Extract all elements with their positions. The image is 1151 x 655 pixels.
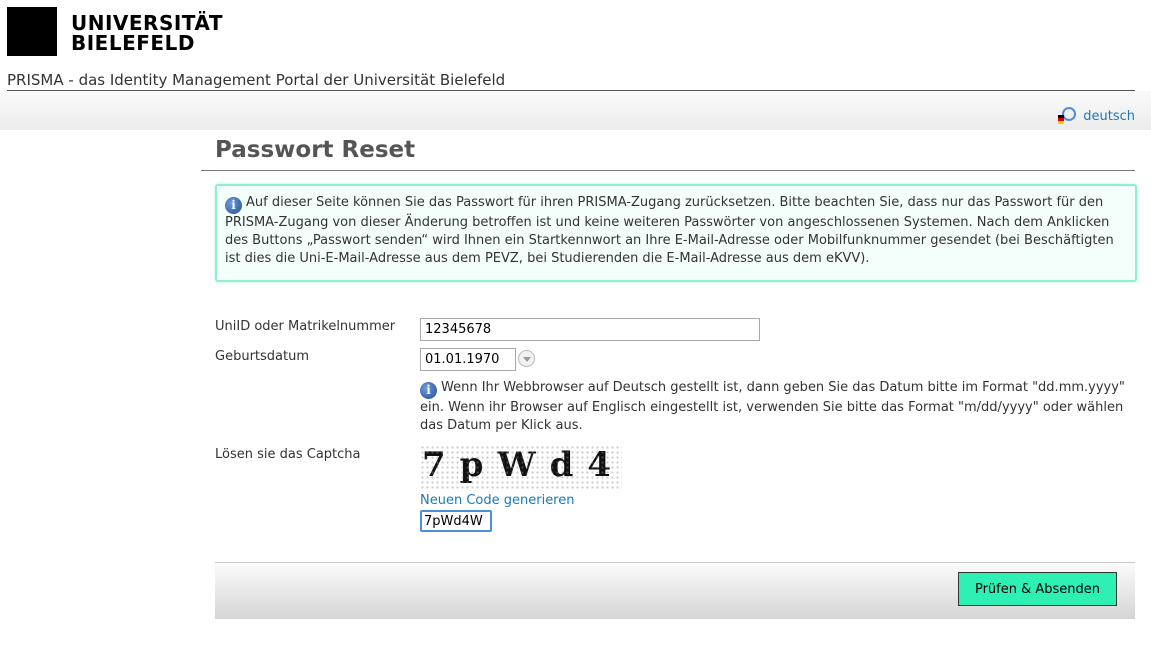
birthdate-hint-text: Wenn Ihr Webbrowser auf Deutsch gestellt… <box>420 380 1125 433</box>
portal-title: PRISMA - das Identity Management Portal … <box>7 71 506 89</box>
info-icon: i <box>225 197 242 214</box>
captcha-input[interactable] <box>420 510 492 532</box>
birthdate-label: Geburtsdatum <box>215 349 309 364</box>
birthdate-hint: i Wenn Ihr Webbrowser auf Deutsch gestell… <box>420 379 1140 435</box>
page-title: Passwort Reset <box>215 137 416 163</box>
submit-button[interactable]: Prüfen & Absenden <box>958 572 1117 606</box>
captcha-image: 7pWd4w <box>420 445 622 490</box>
university-logo-text: UNIVERSITÄT BIELEFELD <box>71 13 223 53</box>
language-switch[interactable]: deutsch <box>1057 107 1135 125</box>
info-box: i Auf dieser Seite können Sie das Passwor… <box>215 184 1137 282</box>
university-logo-mark <box>7 7 57 56</box>
logo-line-2: BIELEFELD <box>71 31 195 55</box>
language-label: deutsch <box>1083 108 1135 124</box>
new-code-link[interactable]: Neuen Code generieren <box>420 493 574 508</box>
calendar-dropdown-icon[interactable] <box>518 350 535 367</box>
uniid-input[interactable] <box>420 318 760 341</box>
captcha-label: Lösen sie das Captcha <box>215 447 361 462</box>
info-text: Auf dieser Seite können Sie das Passwort… <box>225 195 1114 266</box>
info-icon: i <box>420 382 437 399</box>
globe-flags-icon <box>1058 107 1077 124</box>
language-bar <box>0 91 1151 130</box>
birthdate-input[interactable] <box>420 348 516 371</box>
uniid-label: UniID oder Matrikelnummer <box>215 319 396 334</box>
title-divider <box>201 170 1135 171</box>
logo-line-1: UNIVERSITÄT <box>71 11 223 35</box>
captcha-noise <box>420 445 622 490</box>
